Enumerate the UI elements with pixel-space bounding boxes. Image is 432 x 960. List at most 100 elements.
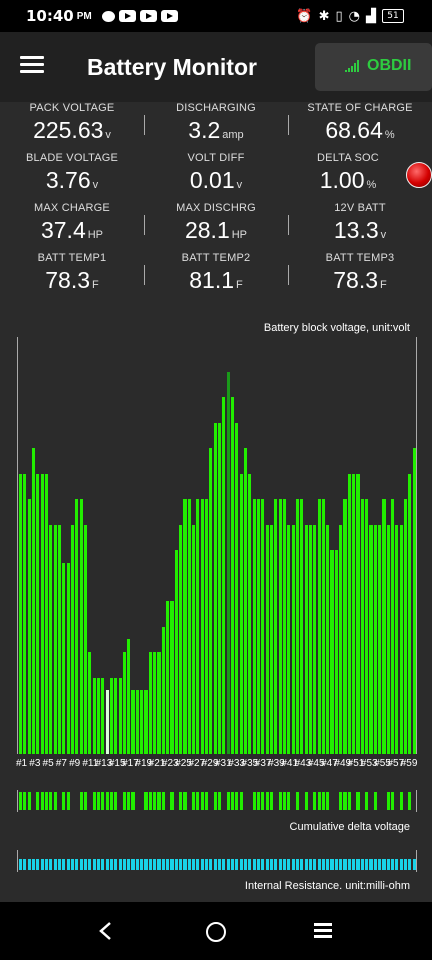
voltage-bar — [230, 397, 235, 754]
delta-voltage-bar — [304, 792, 308, 810]
metric-12v-batt: 12V BATT 13.3 v — [288, 202, 432, 244]
voltage-bar — [109, 677, 113, 754]
delta-voltage-bar — [321, 792, 325, 810]
metric-value: 3.76 — [45, 167, 91, 193]
voltage-bar — [408, 473, 412, 754]
x-tick-label: #1 — [16, 758, 28, 769]
delta-voltage-bar — [230, 792, 235, 810]
metric-value: 68.64 — [325, 117, 383, 143]
voltage-bar — [131, 690, 135, 754]
app-bar: Battery Monitor OBDII — [0, 32, 432, 102]
voltage-bar — [44, 473, 49, 754]
voltage-bar — [248, 473, 252, 754]
menu-icon[interactable] — [20, 54, 46, 76]
delta-voltage-bar — [105, 792, 109, 810]
cell-signal-icon: ▟ — [366, 8, 376, 24]
metric-value: 78.3 — [45, 267, 91, 293]
voltage-bar — [166, 601, 170, 754]
metric-value: 78.3 — [333, 267, 379, 293]
bluetooth-icon: ✱ — [318, 8, 330, 24]
resistance-bar — [40, 859, 44, 870]
voltage-bar — [70, 524, 75, 754]
resistance-bar — [101, 859, 105, 870]
youtube-notification-icon — [160, 10, 178, 22]
resistance-bar — [308, 859, 312, 870]
metric-unit: HP — [87, 229, 104, 241]
voltage-bar — [282, 499, 287, 754]
voltage-bar — [205, 499, 209, 754]
delta-voltage-bar — [261, 792, 265, 810]
resistance-bar — [19, 859, 23, 870]
resistance-bar — [144, 859, 148, 870]
voltage-bar — [174, 550, 178, 754]
resistance-bar — [360, 859, 364, 870]
delta-voltage-bar — [92, 792, 96, 810]
voltage-bar — [105, 690, 109, 754]
metric-label: MAX CHARGE — [34, 202, 110, 214]
voltage-bar — [122, 652, 126, 754]
resistance-bar — [222, 859, 226, 870]
delta-voltage-bar — [200, 792, 204, 810]
delta-voltage-bar — [295, 792, 299, 810]
metric-max-discharge: MAX DISCHRG 28.1 HP — [144, 202, 288, 244]
metric-unit: F — [236, 279, 243, 291]
resistance-bar — [96, 859, 100, 870]
voltage-bar — [317, 499, 321, 754]
voltage-bar — [313, 524, 317, 754]
delta-voltage-bar — [365, 792, 369, 810]
voltage-bar — [161, 626, 165, 754]
resistance-bar — [408, 859, 412, 870]
voltage-bar — [66, 563, 70, 754]
internal-resistance-chart — [17, 850, 417, 872]
battery-icon: 51 — [382, 9, 404, 23]
voltage-bar — [157, 652, 161, 754]
voltage-bar — [412, 448, 416, 754]
delta-voltage-bar — [287, 792, 291, 810]
voltage-bar — [88, 652, 92, 754]
recent-apps-icon[interactable] — [314, 923, 332, 939]
metric-label: VOLT DIFF — [187, 152, 245, 164]
delta-voltage-bar — [226, 792, 230, 810]
delta-voltage-bar — [27, 792, 31, 810]
column-divider — [144, 215, 145, 235]
resistance-bar — [131, 859, 135, 870]
voltage-bar — [382, 499, 386, 754]
internal-resistance-title: Internal Resistance. unit:milli-ohm — [244, 880, 410, 892]
metric-value: 37.4 — [40, 217, 86, 243]
resistance-bar — [326, 859, 330, 870]
delta-voltage-bar — [391, 792, 395, 810]
delta-voltage-bar — [192, 792, 196, 810]
cumulative-delta-voltage-title: Cumulative delta voltage — [289, 821, 410, 833]
delta-voltage-bar — [66, 792, 70, 810]
voltage-bar — [300, 499, 304, 754]
voltage-bar — [252, 499, 256, 754]
metric-label: STATE OF CHARGE — [307, 102, 413, 114]
record-button[interactable] — [406, 162, 432, 188]
resistance-bar — [278, 859, 282, 870]
voltage-bar — [114, 677, 118, 754]
resistance-bar — [36, 859, 40, 870]
voltage-bar — [347, 473, 351, 754]
voltage-bar — [218, 422, 222, 754]
back-icon[interactable] — [98, 922, 114, 940]
metric-unit: v — [92, 179, 99, 191]
voltage-bar — [49, 524, 53, 754]
obd-connection-button[interactable]: OBDII — [315, 43, 432, 91]
metric-label: DISCHARGING — [176, 102, 256, 114]
metric-value: 28.1 — [184, 217, 230, 243]
resistance-bar — [256, 859, 261, 870]
youtube-notification-icon — [139, 10, 157, 22]
metric-label: BATT TEMP3 — [325, 252, 395, 264]
status-time: 10:40 — [26, 7, 74, 25]
resistance-bar — [399, 859, 403, 870]
metric-unit: v — [236, 179, 243, 191]
status-ampm: PM — [76, 10, 92, 22]
voltage-bar — [360, 499, 364, 754]
voltage-bar — [187, 499, 191, 754]
delta-voltage-bar — [49, 792, 53, 810]
resistance-bar — [261, 859, 265, 870]
voltage-bar — [209, 448, 213, 754]
resistance-bar — [170, 859, 174, 870]
home-icon[interactable] — [206, 922, 226, 942]
column-divider — [288, 115, 289, 135]
